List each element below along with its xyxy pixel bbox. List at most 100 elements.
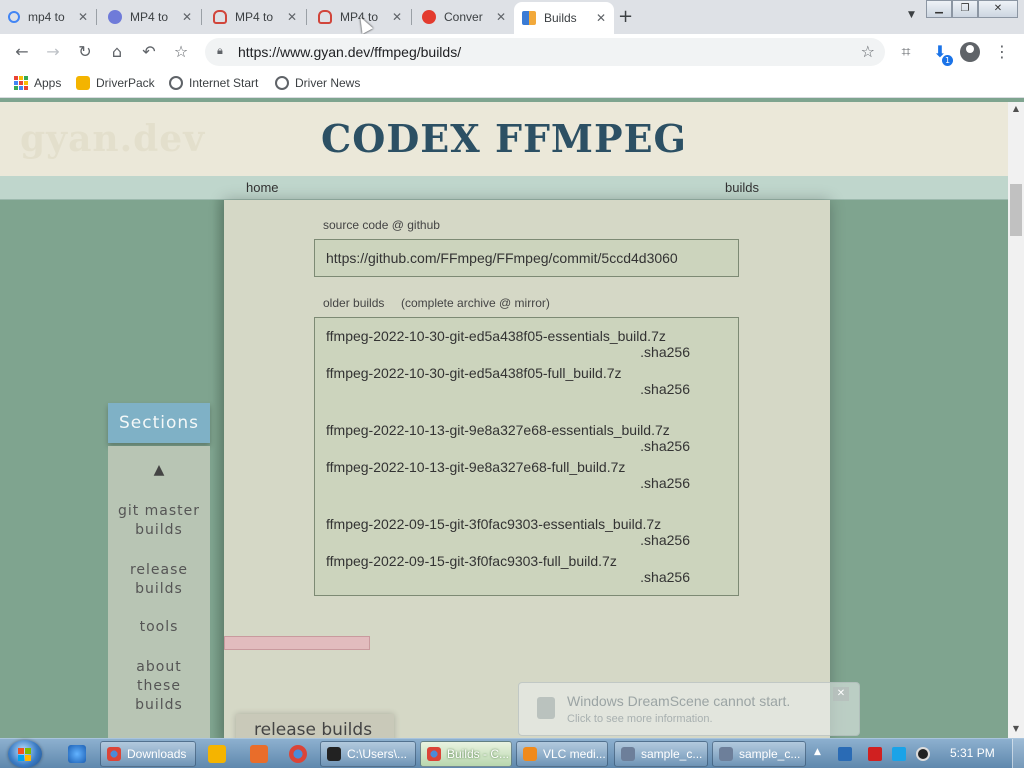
flag-icon[interactable]: [868, 747, 882, 761]
column-shadow: [212, 200, 224, 738]
app-icon[interactable]: [250, 745, 268, 763]
tab-1[interactable]: mp4 to ✕: [0, 3, 96, 31]
close-icon[interactable]: ✕: [76, 10, 90, 24]
bookmark-label: DriverPack: [96, 76, 155, 90]
taskbar-downloads[interactable]: Downloads: [100, 741, 196, 767]
sha256-link[interactable]: .sha256: [640, 438, 690, 454]
windows-taskbar: Downloads C:\Users\... Builds - C... VLC…: [0, 738, 1024, 768]
bookmarks-bar: Apps DriverPack Internet Start Driver Ne…: [0, 70, 1024, 98]
back-arrow-icon[interactable]: ←: [10, 40, 34, 64]
start-button[interactable]: [8, 740, 42, 768]
section-tools[interactable]: tools: [108, 618, 210, 637]
task-label: sample_c...: [739, 747, 801, 761]
display-icon[interactable]: [892, 747, 906, 761]
close-icon[interactable]: ✕: [494, 10, 508, 24]
tab-3[interactable]: MP4 to ✕: [205, 3, 305, 31]
build-link[interactable]: ffmpeg-2022-10-13-git-9e8a327e68-essenti…: [326, 422, 670, 438]
source-url-link[interactable]: https://github.com/FFmpeg/FFmpeg/commit/…: [326, 250, 678, 266]
source-code-label: source code @ github: [323, 218, 440, 232]
sections-header[interactable]: Sections: [108, 403, 210, 443]
crop-icon[interactable]: ⌗: [894, 40, 918, 64]
scrollbar-thumb[interactable]: [1010, 184, 1022, 236]
section-about-these-builds[interactable]: about these builds: [108, 658, 210, 715]
forward-arrow-icon[interactable]: →: [41, 40, 65, 64]
site-navbar: home builds: [0, 176, 1008, 200]
chrome-icon: [427, 747, 441, 761]
home-icon[interactable]: ⌂: [105, 40, 129, 64]
scroll-up-icon[interactable]: ▲: [1008, 104, 1024, 113]
sha256-link[interactable]: .sha256: [640, 532, 690, 548]
close-icon[interactable]: ✕: [390, 10, 404, 24]
close-icon[interactable]: ✕: [594, 11, 608, 25]
archive-mirror-link[interactable]: (complete archive @ mirror): [401, 296, 550, 310]
build-link[interactable]: ffmpeg-2022-09-15-git-3f0fac9303-essenti…: [326, 516, 661, 532]
build-link[interactable]: ffmpeg-2022-10-30-git-ed5a438f05-essenti…: [326, 328, 666, 344]
address-bar[interactable]: 🔒︎ https://www.gyan.dev/ffmpeg/builds/ ☆: [205, 38, 885, 66]
reload-icon[interactable]: ↻: [73, 40, 97, 64]
tab-builds-active[interactable]: Builds ✕: [514, 2, 614, 34]
tab-5[interactable]: Conver ✕: [414, 3, 514, 31]
sha256-link[interactable]: .sha256: [640, 344, 690, 360]
taskbar-7zip-folder[interactable]: C:\Users\...: [320, 741, 416, 767]
scroll-down-icon[interactable]: ▼: [1008, 724, 1024, 733]
close-icon[interactable]: ✕: [180, 10, 194, 24]
sha256-link[interactable]: .sha256: [640, 475, 690, 491]
tab-strip: mp4 to ✕ MP4 to ✕ MP4 to ✕ MP4 to ✕ Conv…: [0, 0, 1024, 34]
system-clock[interactable]: 5:31 PM: [950, 746, 995, 760]
build-link[interactable]: ffmpeg-2022-10-13-git-9e8a327e68-full_bu…: [326, 459, 625, 475]
release-builds-heading: release builds: [236, 714, 394, 738]
close-icon[interactable]: ✕: [285, 10, 299, 24]
bookmark-internet-start[interactable]: Internet Start: [169, 76, 258, 90]
menu-kebab-icon[interactable]: ⋮: [990, 40, 1014, 64]
maximize-button[interactable]: ❐: [952, 0, 978, 18]
task-label: Downloads: [127, 747, 187, 761]
sha256-link[interactable]: .sha256: [640, 569, 690, 585]
star-icon[interactable]: ☆: [861, 42, 875, 61]
section-label: these: [137, 678, 181, 694]
section-git-master-builds[interactable]: git master builds: [108, 502, 210, 540]
browser-toolbar: ← → ↻ ⌂ ↶ ☆ 🔒︎ https://www.gyan.dev/ffmp…: [0, 34, 1024, 70]
taskbar-builds-chrome[interactable]: Builds - C...: [420, 741, 512, 767]
tab-2[interactable]: MP4 to ✕: [100, 3, 200, 31]
windows-logo-icon: [18, 748, 31, 761]
bookmark-star-icon[interactable]: ☆: [169, 40, 193, 64]
bookmark-driver-news[interactable]: Driver News: [275, 76, 360, 90]
vlc-icon: [523, 747, 537, 761]
volume-icon[interactable]: [916, 747, 930, 761]
taskbar-sample-video-1[interactable]: sample_c...: [614, 741, 708, 767]
bookmark-driverpack[interactable]: DriverPack: [76, 76, 155, 90]
close-icon[interactable]: ✕: [833, 687, 849, 701]
tab-separator: [411, 9, 412, 25]
url-text[interactable]: https://www.gyan.dev/ffmpeg/builds/: [238, 44, 461, 60]
scroll-up-arrow-icon[interactable]: ▲: [108, 462, 210, 478]
section-label: release: [129, 562, 189, 578]
undo-icon[interactable]: ↶: [137, 40, 161, 64]
nav-home-link[interactable]: home: [246, 180, 279, 195]
site-header: gyan.dev CODEX FFMPEG: [0, 102, 1008, 176]
tab-separator: [306, 9, 307, 25]
bookmark-apps[interactable]: Apps: [14, 76, 61, 90]
tab-search-chevron-icon[interactable]: ▼: [908, 10, 915, 20]
profile-avatar-icon[interactable]: [960, 42, 980, 62]
tab-title: MP4 to: [130, 10, 169, 24]
chrome-icon[interactable]: [289, 745, 307, 763]
new-tab-icon[interactable]: +: [618, 6, 633, 27]
taskbar-vlc[interactable]: VLC medi...: [516, 741, 608, 767]
7zip-icon: [327, 747, 341, 761]
section-release-builds[interactable]: release builds: [108, 561, 210, 599]
nav-builds-link[interactable]: builds: [725, 180, 759, 195]
media-player-icon[interactable]: [208, 745, 226, 763]
network-icon[interactable]: [838, 747, 852, 761]
dreamscene-notification[interactable]: Windows DreamScene cannot start. Click t…: [518, 682, 860, 736]
page-scrollbar[interactable]: ▲ ▼: [1008, 102, 1024, 738]
build-link[interactable]: ffmpeg-2022-10-30-git-ed5a438f05-full_bu…: [326, 365, 622, 381]
tab-title: MP4 to: [235, 10, 274, 24]
sha256-link[interactable]: .sha256: [640, 381, 690, 397]
taskbar-sample-video-2[interactable]: sample_c...: [712, 741, 806, 767]
tray-expand-icon[interactable]: ▲: [814, 747, 824, 761]
build-link[interactable]: ffmpeg-2022-09-15-git-3f0fac9303-full_bu…: [326, 553, 617, 569]
show-desktop-button[interactable]: [1012, 739, 1024, 768]
internet-explorer-icon[interactable]: [68, 745, 86, 763]
close-window-button[interactable]: ✕: [978, 0, 1018, 18]
minimize-button[interactable]: ▁: [926, 0, 952, 18]
